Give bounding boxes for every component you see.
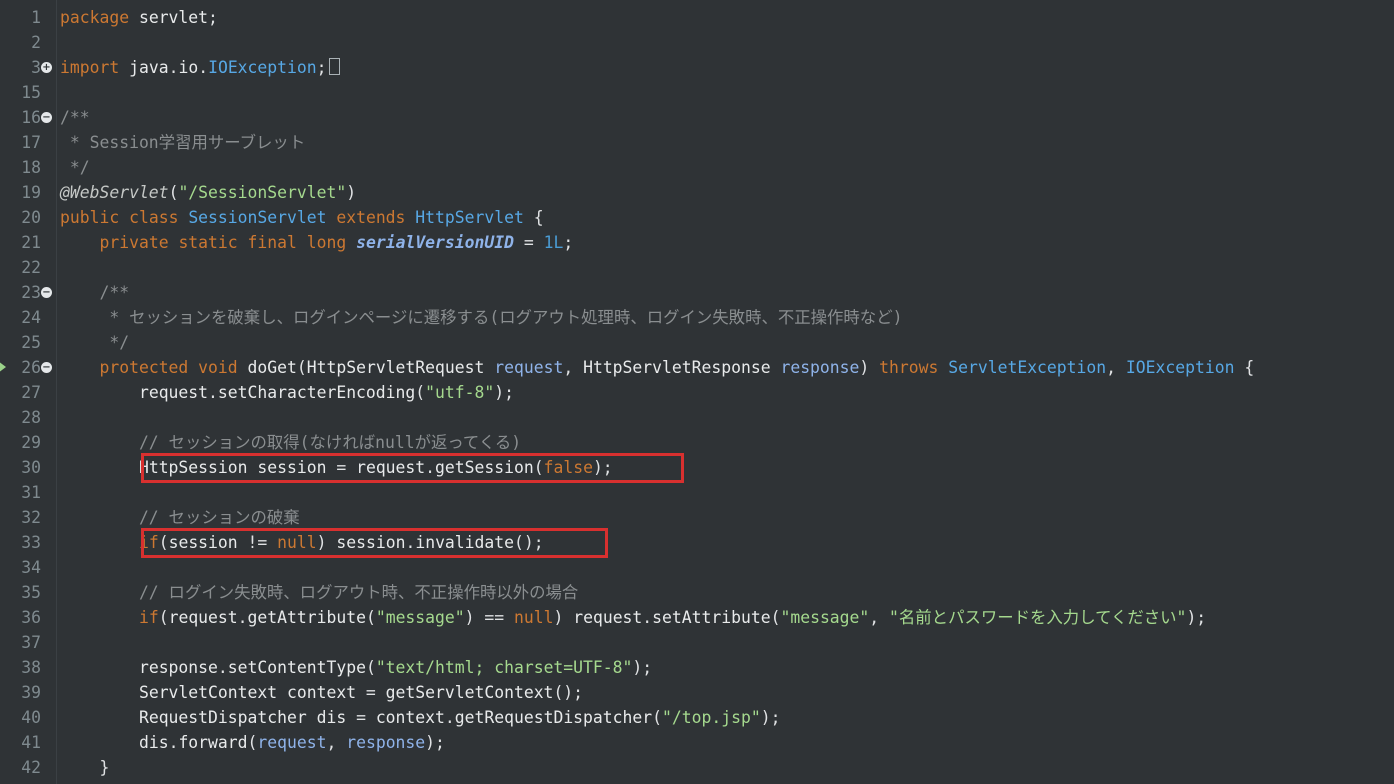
code-line[interactable]: 1 package servlet;	[0, 5, 1394, 30]
code-line[interactable]: 3 + import java.io.IOException;	[0, 55, 1394, 80]
code-line[interactable]: 35 // ログイン失敗時、ログアウト時、不正操作時以外の場合	[0, 580, 1394, 605]
code-line[interactable]: 2	[0, 30, 1394, 55]
code-text: if(request.getAttribute("message") == nu…	[138, 607, 1207, 627]
code-text: public class SessionServlet extends Http…	[60, 207, 544, 227]
line-number: 23	[21, 282, 41, 302]
code-line[interactable]: 38 response.setContentType("text/html; c…	[0, 655, 1394, 680]
code-line[interactable]: 29 // セッションの取得(なければnullが返ってくる)	[0, 430, 1394, 455]
code-line[interactable]: 21 private static final long serialVersi…	[0, 230, 1394, 255]
line-number: 17	[21, 132, 41, 152]
code-text: }	[60, 757, 110, 777]
line-number: 2	[31, 32, 41, 52]
code-editor[interactable]: 1 package servlet; 2 3 + import java.io.IOExc…	[0, 0, 1394, 784]
code-line[interactable]: 20 public class SessionServlet extends Ht…	[0, 205, 1394, 230]
line-number: 36	[21, 607, 41, 627]
code-line[interactable]: 25 */	[0, 330, 1394, 355]
override-marker-icon[interactable]	[0, 360, 6, 373]
code-line[interactable]: 36 if(request.getAttribute("message") ==…	[0, 605, 1394, 630]
code-text: // セッションの破棄	[60, 507, 300, 527]
code-text: dis.forward(request, response);	[138, 732, 445, 752]
code-line[interactable]: 31	[0, 480, 1394, 505]
code-line[interactable]: 27 request.setCharacterEncoding("utf-8")…	[0, 380, 1394, 405]
code-line[interactable]: 40 RequestDispatcher dis = context.getRe…	[0, 705, 1394, 730]
code-text: import java.io.IOException;	[60, 55, 340, 80]
code-line[interactable]: 28	[0, 405, 1394, 430]
code-text: // セッションの取得(なければnullが返ってくる)	[60, 432, 522, 452]
code-text: RequestDispatcher dis = context.getReque…	[138, 707, 781, 727]
line-number: 33	[21, 532, 41, 552]
code-text: request.setCharacterEncoding("utf-8");	[138, 382, 514, 402]
code-line[interactable]: 19 @WebServlet("/SessionServlet")	[0, 180, 1394, 205]
code-line[interactable]: 22	[0, 255, 1394, 280]
highlight-box-session-get	[141, 453, 684, 483]
code-text: package servlet;	[60, 7, 218, 27]
line-number: 39	[21, 682, 41, 702]
line-number: 38	[21, 657, 41, 677]
highlight-box-session-invalidate	[141, 528, 608, 558]
code-text: // ログイン失敗時、ログアウト時、不正操作時以外の場合	[60, 582, 579, 602]
code-line[interactable]: 16−/**	[0, 105, 1394, 130]
line-number: 1	[31, 7, 41, 27]
code-line[interactable]: 15	[0, 80, 1394, 105]
line-number: 18	[21, 157, 41, 177]
line-number: 30	[21, 457, 41, 477]
code-text: response.setContentType("text/html; char…	[138, 657, 653, 677]
code-line[interactable]: 32 // セッションの破棄	[0, 505, 1394, 530]
code-text: ServletContext context = getServletConte…	[138, 682, 584, 702]
line-number: 42	[21, 757, 41, 777]
line-number: 31	[21, 482, 41, 502]
code-line[interactable]: 26− protected void doGet(HttpServletRequ…	[0, 355, 1394, 380]
code-text: */	[60, 157, 90, 177]
line-number: 37	[21, 632, 41, 652]
line-number: 15	[21, 82, 41, 102]
line-number: 35	[21, 582, 41, 602]
line-number: 40	[21, 707, 41, 727]
code-line[interactable]: 24 * セッションを破棄し、ログインページに遷移する(ログアウト処理時、ログイ…	[0, 305, 1394, 330]
line-number: 26	[21, 357, 41, 377]
code-text: @WebServlet("/SessionServlet")	[60, 182, 357, 202]
line-number: 29	[21, 432, 41, 452]
code-line[interactable]: 34	[0, 555, 1394, 580]
line-number: 27	[21, 382, 41, 402]
line-number: 19	[21, 182, 41, 202]
line-number: 20	[21, 207, 41, 227]
line-number: 32	[21, 507, 41, 527]
line-number: 21	[21, 232, 41, 252]
line-number: 16	[21, 107, 41, 127]
code-text: * Session学習用サーブレット	[60, 132, 306, 152]
code-line[interactable]: 18 */	[0, 155, 1394, 180]
line-number: 24	[21, 307, 41, 327]
code-line[interactable]: 39 ServletContext context = getServletCo…	[0, 680, 1394, 705]
code-text: */	[60, 332, 130, 352]
line-number: 25	[21, 332, 41, 352]
code-line[interactable]: 41 dis.forward(request, response);	[0, 730, 1394, 755]
collapsed-region-icon[interactable]	[328, 57, 340, 75]
code-line[interactable]: 17 * Session学習用サーブレット	[0, 130, 1394, 155]
code-line[interactable]: 37	[0, 630, 1394, 655]
code-line[interactable]: 42 }	[0, 755, 1394, 780]
code-text: * セッションを破棄し、ログインページに遷移する(ログアウト処理時、ログイン失敗…	[60, 307, 903, 327]
collapse-fold-icon[interactable]: −	[41, 111, 52, 123]
expand-fold-icon[interactable]: +	[41, 61, 52, 73]
code-text: protected void doGet(HttpServletRequest …	[99, 357, 1255, 377]
line-number: 3	[31, 57, 41, 77]
code-text: private static final long serialVersionU…	[99, 232, 574, 252]
code-text: /**	[60, 107, 90, 127]
line-number: 28	[21, 407, 41, 427]
collapse-fold-icon[interactable]: −	[41, 361, 52, 373]
collapse-fold-icon[interactable]: −	[41, 286, 52, 298]
line-number: 34	[21, 557, 41, 577]
code-line[interactable]: 23− /**	[0, 280, 1394, 305]
code-text: /**	[60, 282, 130, 302]
line-number: 41	[21, 732, 41, 752]
line-number: 22	[21, 257, 41, 277]
